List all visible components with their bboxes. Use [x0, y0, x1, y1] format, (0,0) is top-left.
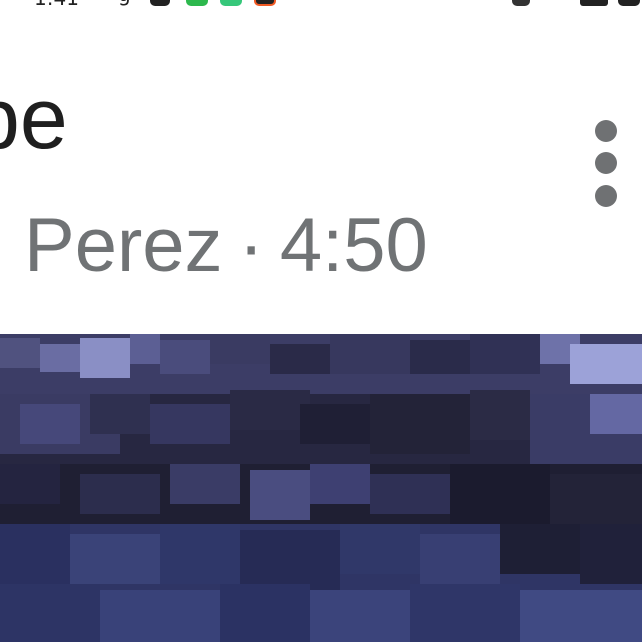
video-duration: 4:50: [279, 203, 428, 288]
video-metadata-line: Perez · 4:50: [24, 200, 428, 292]
channel-name[interactable]: Perez: [24, 203, 223, 288]
battery-icon: [580, 0, 608, 6]
video-title[interactable]: be: [0, 64, 560, 174]
metadata-separator: ·: [238, 203, 264, 288]
wifi-icon: [618, 0, 640, 6]
video-title-text: be: [0, 71, 68, 167]
status-time: 1:41: [34, 0, 79, 10]
chat-app-notification-icon: [220, 0, 242, 6]
video-metadata: Perez · 4:50: [0, 200, 432, 295]
g-app-icon: g: [118, 0, 134, 6]
signal-icon: [548, 0, 570, 6]
more-vert-icon: [595, 120, 617, 207]
screen: 1:41 g be Perez·4:50: [0, 0, 642, 642]
video-thumbnail[interactable]: [0, 334, 642, 642]
more-options-button[interactable]: [580, 112, 632, 216]
orange-app-notification-icon: [254, 0, 276, 6]
status-bar: 1:41 g: [0, 0, 642, 10]
green-app-notification-icon: [186, 0, 208, 6]
photo-notification-icon: [150, 0, 170, 6]
nfc-icon: [512, 0, 530, 6]
thumbnail-image: [0, 334, 642, 642]
